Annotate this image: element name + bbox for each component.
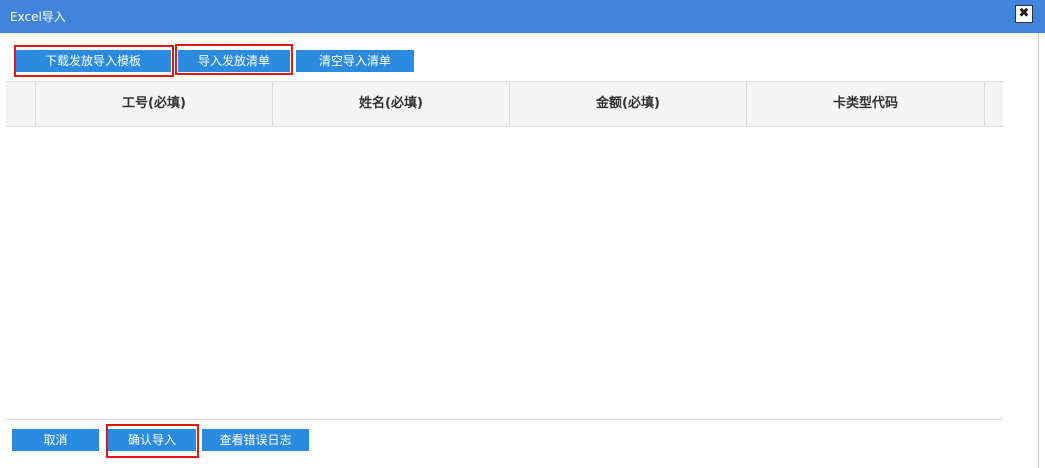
dialog-title: Excel导入 xyxy=(10,10,66,24)
footer-divider xyxy=(6,419,1003,420)
download-template-button[interactable]: 下载发放导入模板 xyxy=(15,50,171,72)
cancel-button[interactable]: 取消 xyxy=(12,429,99,451)
import-list-button[interactable]: 导入发放清单 xyxy=(178,50,290,72)
close-icon[interactable]: ✖ xyxy=(1015,5,1033,23)
grid-header: 工号(必填) 姓名(必填) 金额(必填) 卡类型代码 xyxy=(6,81,1003,127)
column-header-card-type[interactable]: 卡类型代码 xyxy=(747,82,984,126)
view-error-log-button[interactable]: 查看错误日志 xyxy=(202,429,309,451)
column-header-name[interactable]: 姓名(必填) xyxy=(273,82,509,126)
grid-body xyxy=(6,127,1003,419)
dialog-titlebar: Excel导入 ✖ xyxy=(0,0,1045,33)
clear-list-button[interactable]: 清空导入清单 xyxy=(296,50,414,72)
confirm-import-button[interactable]: 确认导入 xyxy=(108,429,196,451)
scrollbar[interactable] xyxy=(1038,33,1039,468)
column-header-id[interactable]: 工号(必填) xyxy=(36,82,272,126)
column-header-amount[interactable]: 金额(必填) xyxy=(510,82,746,126)
column-divider xyxy=(984,82,985,126)
